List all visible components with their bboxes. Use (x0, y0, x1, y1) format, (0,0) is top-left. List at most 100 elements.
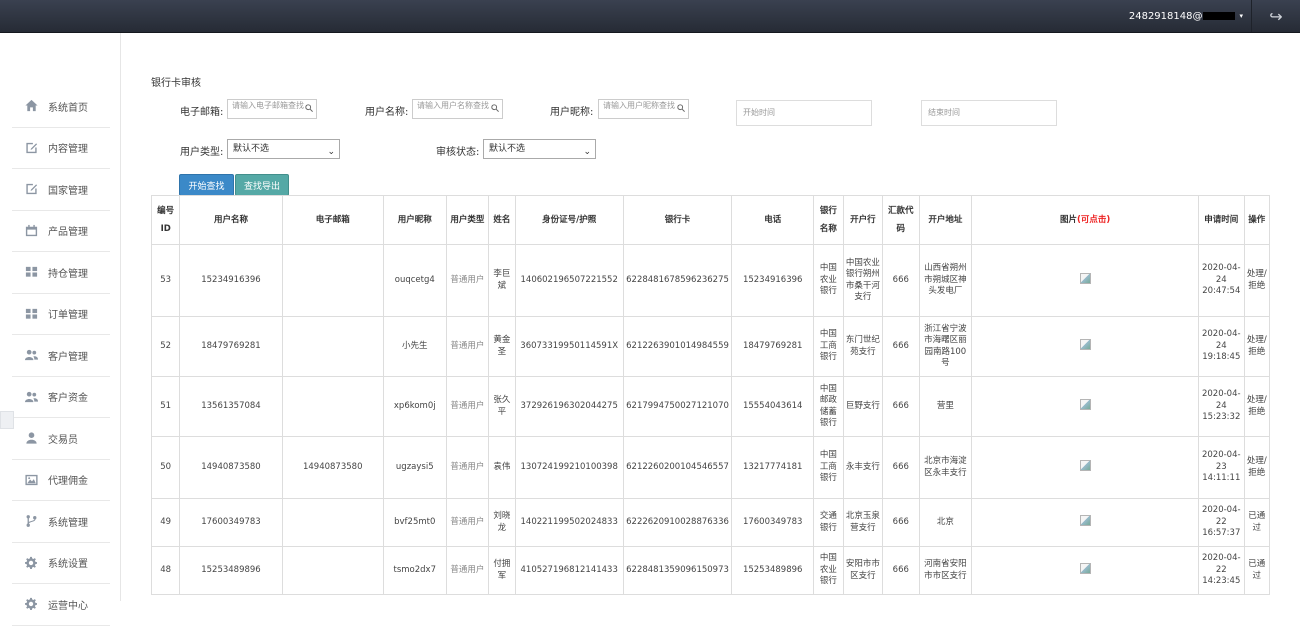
col-apply-time: 申请时间 (1198, 195, 1245, 245)
cell-image[interactable] (971, 316, 1199, 377)
sidebar-item[interactable]: 客户资金 (12, 377, 110, 418)
sidebar-item-label: 系统首页 (48, 102, 88, 114)
cell-email (281, 498, 384, 547)
user-type-select[interactable]: 默认不选 ⌄ (227, 139, 340, 159)
cell-type: 普通用户 (445, 546, 490, 595)
edit-icon (23, 182, 39, 196)
cell-id: 51 (150, 376, 181, 437)
sidebar-toggle-handle[interactable] (0, 411, 14, 429)
username-label: 用户名称: (365, 107, 409, 118)
cell-realname: 黄金圣 (488, 316, 516, 377)
search-icon (305, 104, 313, 112)
user-menu[interactable]: 2482918148@ ▾ (1129, 0, 1243, 32)
broken-image-icon[interactable] (1080, 563, 1092, 575)
broken-image-icon[interactable] (1080, 273, 1092, 285)
sidebar-item[interactable]: 持仓管理 (12, 252, 110, 294)
cell-op[interactable]: 处理/拒绝 (1243, 376, 1271, 437)
table-row: 48 15253489896 tsmo2dx7 普通用户 付拥军 410527196812… (150, 546, 1271, 595)
search-icon (491, 104, 499, 112)
sidebar-item[interactable]: 系统首页 (12, 86, 110, 128)
table-row: 49 17600349783 bvf25mt0 普通用户 刘晓龙 140221199502… (150, 498, 1271, 547)
cell-op[interactable]: 已通过 (1243, 546, 1271, 595)
sidebar-item-label: 客户管理 (48, 351, 88, 363)
broken-image-icon[interactable] (1080, 460, 1092, 472)
cell-email (281, 546, 384, 595)
email-input[interactable]: 请输入电子邮箱查找 (227, 99, 317, 119)
col-operation: 操作 (1243, 195, 1271, 245)
col-nickname: 用户昵称 (382, 195, 447, 245)
sidebar-item[interactable]: 客户管理 (12, 335, 110, 377)
cell-type: 普通用户 (445, 436, 490, 499)
sidebar-item[interactable]: 国家管理 (12, 169, 110, 211)
cell-email (281, 376, 384, 437)
cell-image[interactable] (971, 436, 1199, 499)
cell-op[interactable]: 处理/拒绝 (1243, 436, 1271, 499)
cell-op[interactable]: 处理/拒绝 (1243, 244, 1271, 317)
sidebar-item[interactable]: 系统设置 (12, 543, 110, 584)
sidebar-item[interactable]: 代理佣金 (12, 460, 110, 501)
cell-idcard: 410527196812141433 (514, 546, 624, 595)
cell-username: 15253489896 (179, 546, 283, 595)
cell-address: 北京市海淀区永丰支行 (918, 436, 973, 499)
sidebar-item-label: 内容管理 (48, 144, 88, 156)
cell-op[interactable]: 已通过 (1243, 498, 1271, 547)
broken-image-icon[interactable] (1080, 515, 1092, 527)
col-bank-name: 银行名称 (813, 195, 844, 245)
table-row: 51 13561357084 xp6kom0j 普通用户 张久平 372926196302… (150, 376, 1271, 437)
col-address: 开户地址 (918, 195, 973, 245)
start-time-input[interactable]: 开始时间 (736, 100, 872, 126)
sidebar-item-label: 持仓管理 (48, 268, 88, 280)
cell-nick: tsmo2dx7 (382, 546, 447, 595)
grid-icon (23, 265, 39, 279)
cell-address: 北京 (918, 498, 973, 547)
cell-type: 普通用户 (445, 316, 490, 377)
cell-address: 山西省朔州市朔城区神头发电厂 (918, 244, 973, 317)
calendar-icon (23, 224, 39, 238)
nickname-input[interactable]: 请输入用户昵称查找 (598, 99, 689, 119)
sidebar-item[interactable]: 订单管理 (12, 294, 110, 335)
col-image: 图片(可点击) (971, 195, 1199, 245)
cell-branch: 北京玉泉营支行 (842, 498, 884, 547)
username-input[interactable]: 请输入用户名称查找 (412, 99, 503, 119)
cell-bank: 中国邮政储蓄银行 (813, 376, 844, 437)
table-header-row: 编号ID 用户名称 电子邮箱 用户昵称 用户类型 姓名 身份证号/护照 银行卡 … (150, 195, 1271, 245)
broken-image-icon[interactable] (1080, 399, 1092, 411)
cell-username: 15234916396 (179, 244, 283, 317)
cell-idcard: 36073319950114591X (514, 316, 624, 377)
cell-type: 普通用户 (445, 244, 490, 317)
sidebar-item[interactable]: 系统管理 (12, 501, 110, 543)
start-search-button[interactable]: 开始查找 (179, 174, 234, 196)
col-swift: 汇款代码 (882, 195, 920, 245)
redacted-mask (1203, 12, 1236, 20)
sidebar-item[interactable]: 交易员 (12, 418, 110, 460)
table-row: 50 14940873580 14940873580 ugzaysi5 普通用户 袁伟 13… (150, 436, 1271, 499)
col-id: 编号ID (150, 195, 181, 245)
share-icon[interactable]: ↪ (1251, 0, 1300, 32)
cell-image[interactable] (971, 376, 1199, 437)
broken-image-icon[interactable] (1080, 339, 1092, 351)
review-status-select[interactable]: 默认不选 ⌄ (483, 139, 596, 159)
nickname-label: 用户昵称: (550, 107, 594, 118)
sidebar-item[interactable]: 产品管理 (12, 211, 110, 252)
cell-email (281, 244, 384, 317)
cell-image[interactable] (971, 244, 1199, 317)
sidebar-item[interactable]: 运营中心 (12, 584, 110, 626)
cell-idcard: 130724199210100398 (514, 436, 624, 499)
cell-bankcard: 6222620910028876336 (622, 498, 733, 547)
cell-idcard: 140602196507221552 (514, 244, 624, 317)
end-time-input[interactable]: 结束时间 (921, 100, 1057, 126)
cell-phone: 15554043614 (731, 376, 815, 437)
email-label: 电子邮箱: (180, 107, 224, 118)
cell-op[interactable]: 处理/拒绝 (1243, 316, 1271, 377)
cell-image[interactable] (971, 546, 1199, 595)
sidebar-item[interactable]: 内容管理 (12, 128, 110, 169)
cell-image[interactable] (971, 498, 1199, 547)
cell-nick: xp6kom0j (382, 376, 447, 437)
cell-phone: 15234916396 (731, 244, 815, 317)
sidebar-menu: 系统首页内容管理国家管理 产品管理持仓管理订单管理客户管理客户资金 交易员代理佣金系… (12, 86, 110, 626)
cell-swift: 666 (882, 376, 920, 437)
export-button[interactable]: 查找导出 (235, 174, 289, 196)
col-idcard: 身份证号/护照 (514, 195, 624, 245)
cell-username: 14940873580 (179, 436, 283, 499)
sidebar-item-label: 代理佣金 (48, 476, 88, 488)
